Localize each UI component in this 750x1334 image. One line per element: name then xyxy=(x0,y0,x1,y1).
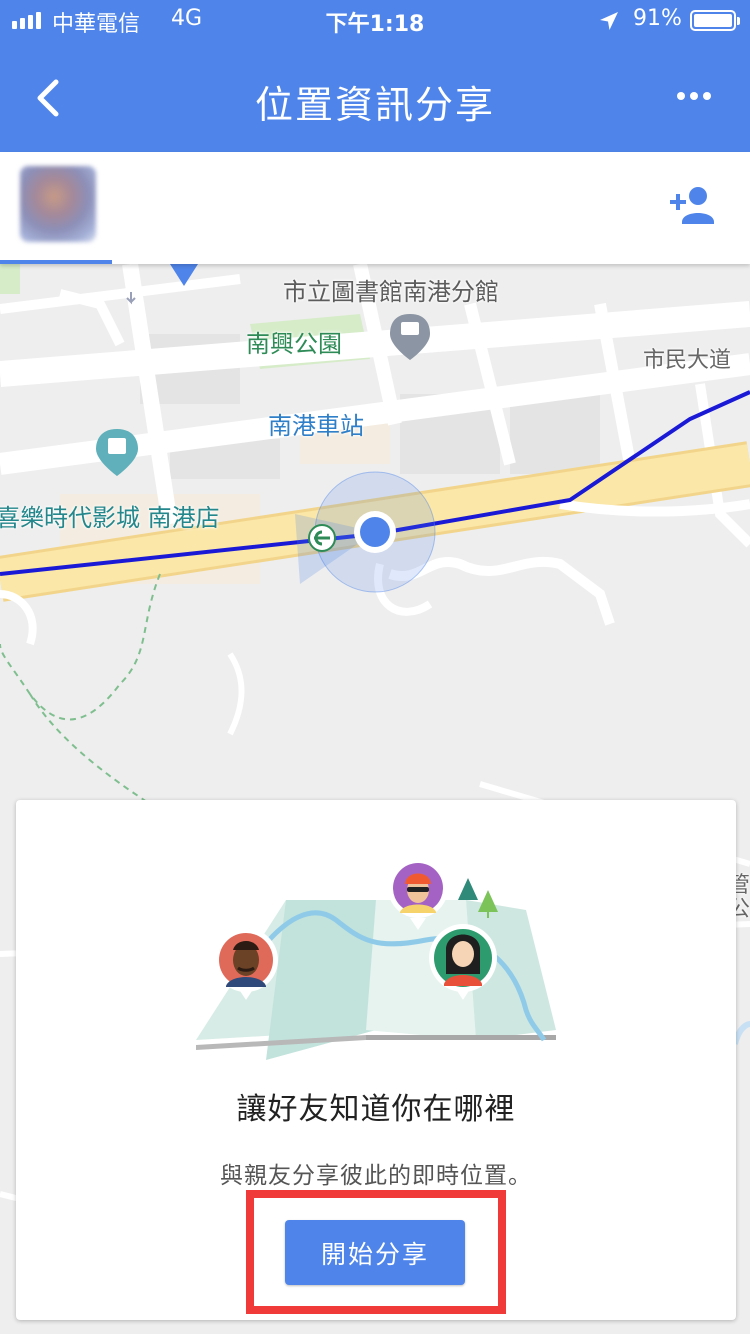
map-label-cinema: 喜樂時代影城 南港店 xyxy=(0,504,220,532)
location-arrow-icon xyxy=(600,12,618,30)
add-person-button[interactable] xyxy=(664,182,724,232)
map-label-library: 市立圖書館南港分館 xyxy=(283,278,499,306)
share-location-card: 讓好友知道你在哪裡 與親友分享彼此的即時位置。 開始分享 xyxy=(16,800,736,1320)
more-options-button[interactable] xyxy=(664,76,724,116)
avatar xyxy=(20,166,96,242)
map-label-road: 市民大道 xyxy=(643,348,732,373)
page-title: 位置資訊分享 xyxy=(254,83,495,127)
add-person-icon xyxy=(670,187,714,224)
people-bar xyxy=(0,152,750,264)
battery-icon xyxy=(690,10,740,31)
app-bar: 中華電信 4G 下午1:18 91% 位置資訊分享 xyxy=(0,0,750,152)
start-sharing-button[interactable]: 開始分享 xyxy=(285,1220,465,1285)
status-bar: 中華電信 4G 下午1:18 91% xyxy=(0,0,750,40)
map-friends-illustration xyxy=(196,858,556,1060)
contact-tab-self[interactable] xyxy=(0,152,112,264)
map-label-park: 南興公園 xyxy=(246,330,342,358)
more-dots-icon xyxy=(677,92,685,100)
current-location-dot xyxy=(360,517,390,547)
battery-percent: 91% xyxy=(633,6,682,31)
card-subtitle: 與親友分享彼此的即時位置。 xyxy=(220,1163,532,1189)
map-label-station: 南港車站 xyxy=(268,412,364,440)
card-title: 讓好友知道你在哪裡 xyxy=(236,1092,516,1127)
